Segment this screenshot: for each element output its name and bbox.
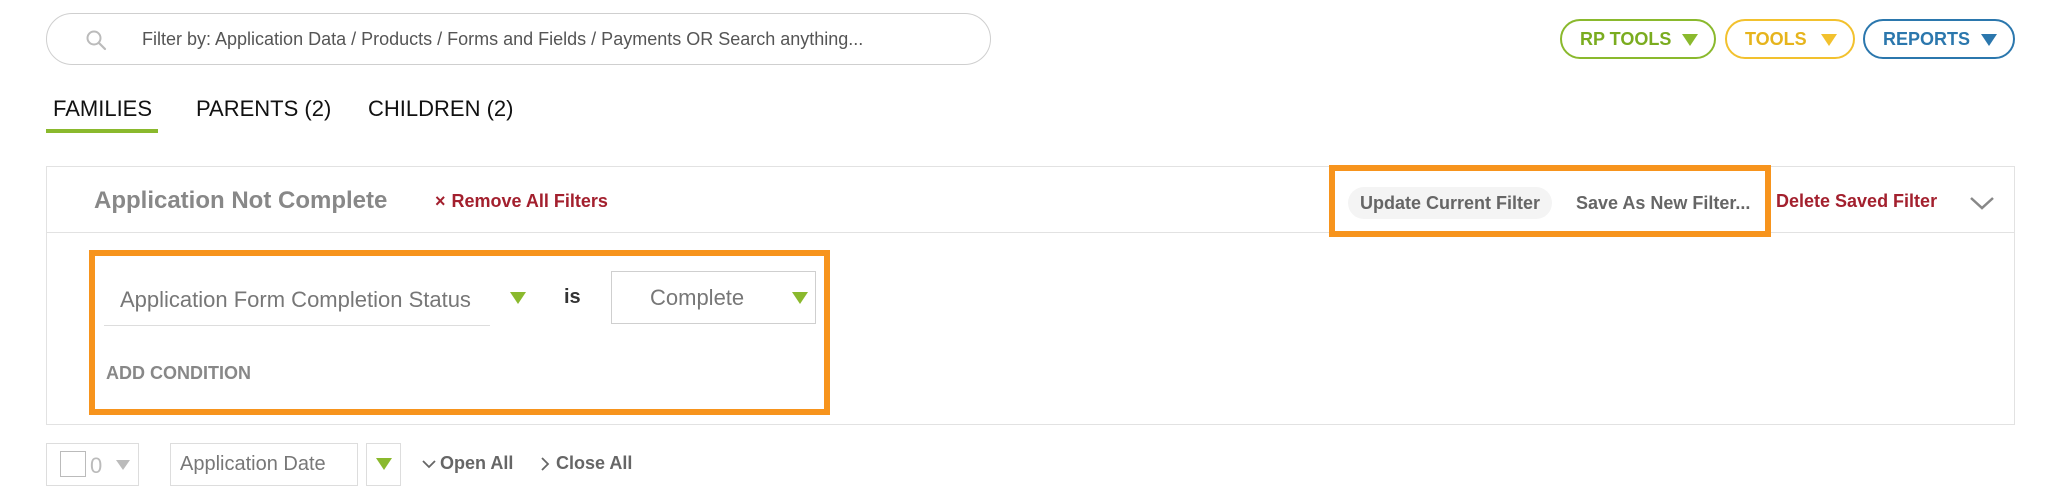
remove-all-filters-button[interactable]: × Remove All Filters — [435, 191, 608, 212]
remove-all-filters-label: Remove All Filters — [451, 191, 608, 211]
condition-operator: is — [564, 286, 581, 308]
caret-down-icon[interactable] — [116, 460, 130, 470]
close-all-label: Close All — [556, 453, 633, 473]
chevron-down-icon[interactable] — [1969, 195, 1995, 211]
close-icon: × — [435, 191, 446, 211]
open-all-label: Open All — [440, 453, 514, 473]
caret-down-icon — [376, 458, 392, 470]
sort-dropdown-button[interactable] — [366, 443, 401, 486]
highlight-filter-actions — [1329, 165, 1771, 237]
reports-label: REPORTS — [1883, 28, 1971, 49]
selected-count: 0 — [90, 453, 103, 478]
reports-button[interactable]: REPORTS — [1863, 19, 2015, 59]
tab-parents[interactable]: PARENTS (2) — [196, 96, 331, 122]
caret-down-icon — [1682, 34, 1698, 46]
caret-down-icon — [1981, 34, 1997, 46]
chevron-down-icon — [422, 459, 436, 468]
search-bar[interactable] — [46, 13, 991, 65]
chevron-right-icon — [541, 456, 550, 471]
add-condition-button[interactable]: ADD CONDITION — [106, 363, 251, 384]
caret-down-icon[interactable] — [792, 292, 808, 304]
tab-families[interactable]: FAMILIES — [53, 96, 152, 122]
rp-tools-label: RP TOOLS — [1580, 28, 1672, 49]
search-input[interactable] — [142, 14, 972, 64]
caret-down-icon[interactable] — [510, 292, 526, 304]
tab-children[interactable]: CHILDREN (2) — [368, 96, 513, 122]
delete-saved-filter-button[interactable]: Delete Saved Filter — [1776, 191, 1937, 212]
tools-button[interactable]: TOOLS — [1725, 19, 1855, 59]
condition-value-select[interactable]: Complete — [611, 271, 816, 324]
close-all-button[interactable]: Close All — [538, 453, 632, 474]
open-all-button[interactable]: Open All — [422, 453, 513, 474]
caret-down-icon — [1821, 34, 1837, 46]
sort-field-select[interactable]: Application Date — [170, 443, 358, 486]
tools-label: TOOLS — [1745, 28, 1807, 49]
saved-filter-title: Application Not Complete — [94, 187, 388, 214]
select-all-checkbox[interactable] — [60, 451, 86, 477]
condition-field-select[interactable]: Application Form Completion Status — [104, 274, 490, 326]
active-tab-indicator — [46, 129, 158, 133]
search-icon — [86, 30, 107, 51]
rp-tools-button[interactable]: RP TOOLS — [1560, 19, 1716, 59]
